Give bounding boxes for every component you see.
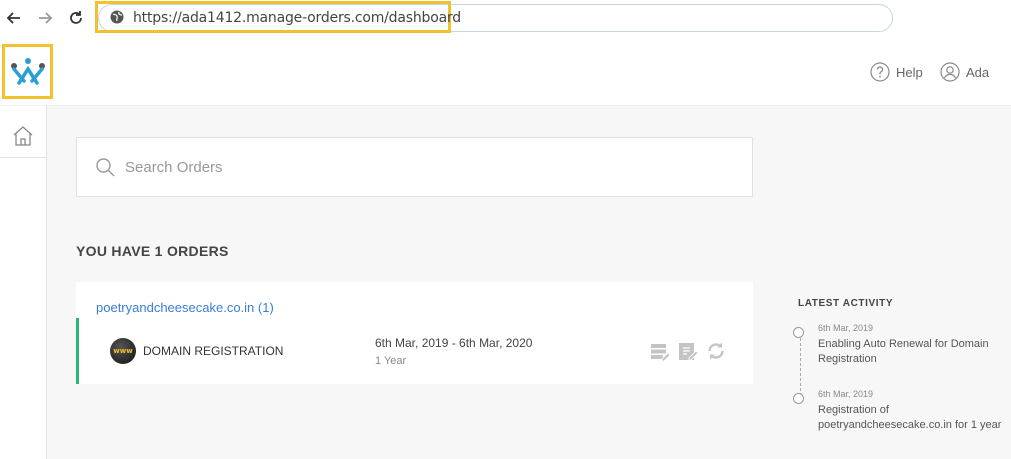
order-term: 1 Year <box>375 355 407 367</box>
timeline-dot <box>793 393 804 404</box>
user-name: Ada <box>966 64 990 80</box>
order-row[interactable]: www DOMAIN REGISTRATION 6th Mar, 2019 - … <box>76 318 753 384</box>
order-actions <box>649 340 727 362</box>
user-circle-icon <box>940 62 960 82</box>
url-text[interactable]: https://ada1412.manage-orders.com/dashbo… <box>133 10 461 26</box>
left-sidebar <box>0 106 47 459</box>
renew-icon[interactable] <box>705 340 727 362</box>
orders-count-heading: YOU HAVE 1 ORDERS <box>76 243 229 259</box>
activity-text: Enabling Auto Renewal for Domain Registr… <box>818 338 989 365</box>
browser-toolbar: https://ada1412.manage-orders.com/dashbo… <box>0 0 1011 36</box>
latest-activity-heading: LATEST ACTIVITY <box>798 298 894 309</box>
reload-icon[interactable] <box>66 8 86 28</box>
forward-arrow-icon[interactable] <box>35 8 55 28</box>
product-name: DOMAIN REGISTRATION <box>143 344 284 358</box>
edit-icon[interactable] <box>677 340 699 362</box>
activity-text: Registration of poetryandcheesecake.co.i… <box>818 404 1002 431</box>
help-label: Help <box>896 64 923 80</box>
home-icon <box>13 125 33 146</box>
sidebar-item-home[interactable] <box>0 114 46 158</box>
activity-date: 6th Mar, 2019 <box>818 389 874 399</box>
main-content: YOU HAVE 1 ORDERS poetryandcheesecake.co… <box>47 106 1011 459</box>
app-header: Help Ada <box>0 36 1011 106</box>
help-link[interactable]: Help <box>870 62 923 82</box>
user-menu[interactable]: Ada <box>940 62 989 82</box>
search-input[interactable] <box>125 158 725 176</box>
timeline-line <box>800 338 801 396</box>
activity-date: 6th Mar, 2019 <box>818 323 874 333</box>
order-dates: 6th Mar, 2019 - 6th Mar, 2020 <box>375 336 533 350</box>
globe-icon <box>110 10 124 29</box>
logo-icon <box>10 57 45 85</box>
domain-name-link[interactable]: poetryandcheesecake.co.in (1) <box>96 300 274 315</box>
brand-logo[interactable] <box>2 44 53 99</box>
www-domain-icon: www <box>110 338 136 364</box>
order-group-card: poetryandcheesecake.co.in (1) www DOMAIN… <box>76 282 753 384</box>
question-circle-icon <box>870 62 890 82</box>
manage-dns-icon[interactable] <box>649 340 671 362</box>
timeline-dot <box>793 327 804 338</box>
search-box[interactable] <box>76 137 753 197</box>
back-arrow-icon[interactable] <box>4 8 24 28</box>
search-icon <box>95 157 115 177</box>
